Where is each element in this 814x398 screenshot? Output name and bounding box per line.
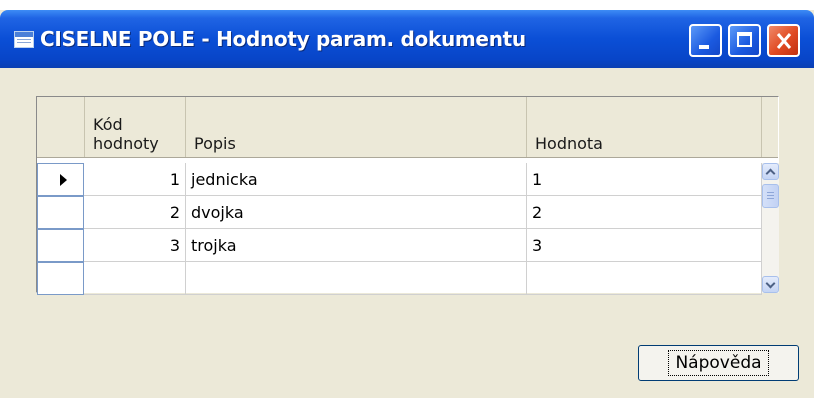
grip-icon [767,192,774,201]
cell-kod[interactable]: 1 [84,163,186,196]
chevron-down-icon [765,278,776,289]
cell-hodnota[interactable]: 2 [527,196,762,229]
window-title: CISELNE POLE - Hodnoty param. dokumentu [40,27,526,51]
window: CISELNE POLE - Hodnoty param. dokumentu … [0,10,814,398]
maximize-button[interactable] [728,24,761,57]
chevron-up-icon [765,168,776,179]
row-selector[interactable] [37,163,84,196]
row-selector[interactable] [37,196,84,229]
header-kod-hodnoty[interactable]: Kód hodnoty [85,97,186,157]
cell-hodnota[interactable] [527,262,762,295]
close-button[interactable] [767,24,800,57]
vertical-scrollbar[interactable] [762,163,779,293]
cell-popis[interactable] [186,262,527,295]
maximize-icon [737,32,752,47]
minimize-button[interactable] [689,24,722,57]
current-row-icon [60,174,67,186]
cell-hodnota[interactable]: 1 [527,163,762,196]
cell-popis[interactable]: jednicka [186,163,527,196]
title-bar[interactable]: CISELNE POLE - Hodnoty param. dokumentu [0,10,814,68]
scroll-down-button[interactable] [762,276,779,293]
header-hodnota[interactable]: Hodnota [527,97,762,157]
close-icon [776,33,792,49]
row-selector[interactable] [37,262,84,295]
help-button-label: Nápověda [668,350,769,376]
scroll-thumb[interactable] [762,184,779,208]
minimize-icon [699,45,709,49]
cell-popis[interactable]: dvojka [186,196,527,229]
header-label: Hodnota [535,134,603,153]
header-spacer [762,97,778,157]
values-grid: Kód hodnoty Popis Hodnota 1 jednicka 1 2… [36,96,779,295]
scroll-up-button[interactable] [762,163,779,180]
header-label: Popis [194,134,236,153]
cell-kod[interactable]: 2 [84,196,186,229]
header-popis[interactable]: Popis [186,97,527,157]
cell-popis[interactable]: trojka [186,229,527,262]
row-selector[interactable] [37,229,84,262]
header-selector-cell [37,97,85,157]
header-label: Kód hodnoty [93,115,159,153]
table-icon[interactable] [14,31,34,48]
cell-kod[interactable] [84,262,186,295]
cell-hodnota[interactable]: 3 [527,229,762,262]
cell-kod[interactable]: 3 [84,229,186,262]
grid-header: Kód hodnoty Popis Hodnota [37,97,778,158]
help-button[interactable]: Nápověda [638,345,799,381]
